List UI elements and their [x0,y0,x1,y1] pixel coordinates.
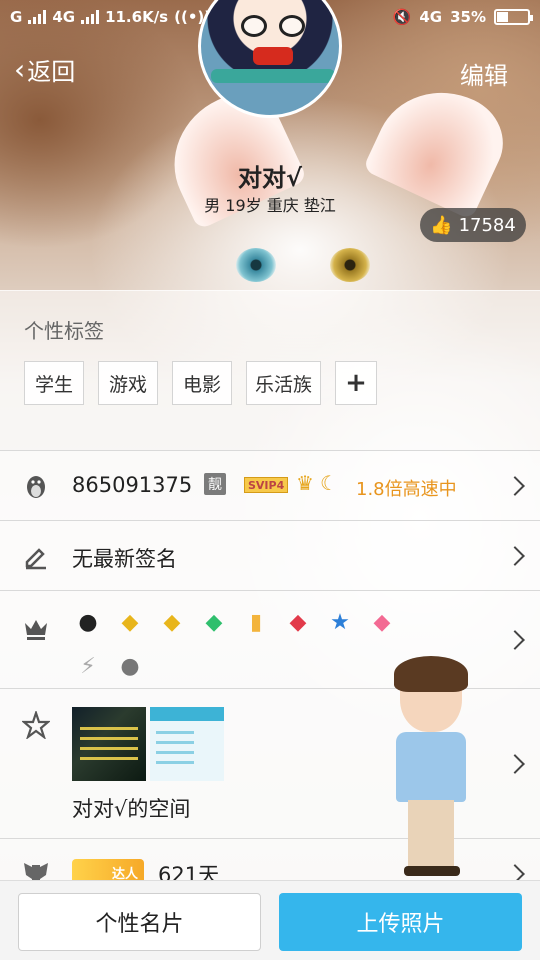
battery-icon [494,9,533,25]
zone-photo-thumbnail[interactable] [150,707,224,781]
like-button[interactable]: 👍 17584 [420,208,526,242]
chevron-right-icon [505,476,525,496]
gem-lv4-icon: ◆ [121,609,139,635]
avatar-glasses [241,15,305,37]
tag-list: 学生 游戏 电影 乐活族 + [24,361,378,405]
pencil-icon [25,548,46,570]
tag-item[interactable]: 学生 [24,361,84,405]
thumbs-up-icon: 👍 [430,214,453,236]
lv1-badge-icon: ⚡ [80,653,96,679]
chevron-right-icon [505,754,525,774]
character-shoes [404,866,460,876]
profile-card-button[interactable]: 个性名片 [18,893,261,951]
nickname: 对对√ [237,164,302,192]
mute-icon: 🔇 [392,8,412,26]
network-type: 4G [419,8,443,26]
chevron-left-icon: ‹ [14,53,26,86]
crown-icon: ♛ [296,471,314,495]
zone-label: 对对√的空间 [72,797,191,821]
like-count: 17584 [458,214,516,236]
upload-photo-button[interactable]: 上传照片 [279,893,522,951]
back-label: 返回 [27,58,76,86]
qzone-star-icon [22,711,50,739]
penguin-icon [27,476,45,498]
cat-eye-left [236,248,276,282]
battery-percent: 35% [450,8,486,26]
tag-item[interactable]: 乐活族 [246,361,322,405]
tags-title: 个性标签 [24,319,104,343]
cartoon-character [386,656,476,880]
moon-icon: ☾ [320,471,338,495]
add-tag-button[interactable]: + [335,361,378,405]
chevron-right-icon [505,630,525,650]
tags-section: 个性标签 学生 游戏 电影 乐活族 + [0,290,540,450]
signature-text: 无最新签名 [72,547,177,571]
tag-item[interactable]: 电影 [172,361,232,405]
avatar-bow [253,47,293,65]
edit-button[interactable]: 编辑 [460,56,508,91]
qq-penguin-icon: ● [78,609,98,635]
qq-number: 865091375 [72,473,193,497]
zone-photo-thumbnail[interactable] [72,707,146,781]
diamond-pink-icon: ◆ [373,609,391,635]
badge-list: ● ◆ ◆ ◆ ▮ ◆ ★ ◆ ⚡ ● [72,607,432,681]
tag-item[interactable]: 游戏 [98,361,158,405]
character-hair [394,656,468,692]
speed-status: 1.8倍高速中 [356,479,457,500]
book-icon: ▮ [249,609,263,635]
character-body [396,732,466,802]
chevron-right-icon [505,546,525,566]
liang-badge: 靓 [204,473,226,495]
cat-eye-right [330,248,370,282]
signature-row[interactable]: 无最新签名 [0,520,540,590]
bottom-bar: 个性名片 上传照片 [0,880,540,960]
ruby-icon: ◆ [289,609,307,635]
gem-lv4-icon: ◆ [163,609,181,635]
character-legs [408,800,454,870]
svip-badge: SVIP4 [244,477,289,493]
qq-number-row[interactable]: 865091375 靓 SVIP4 ♛ ☾ 1.8倍高速中 [0,450,540,520]
back-button[interactable]: ‹ 返回 [14,52,75,87]
gem-lv2-icon: ◆ [205,609,223,635]
crown-icon [25,620,47,640]
avatar-bar [211,69,335,83]
star-2-icon: ★ [330,609,350,635]
penguin-gray-icon: ● [120,653,140,679]
